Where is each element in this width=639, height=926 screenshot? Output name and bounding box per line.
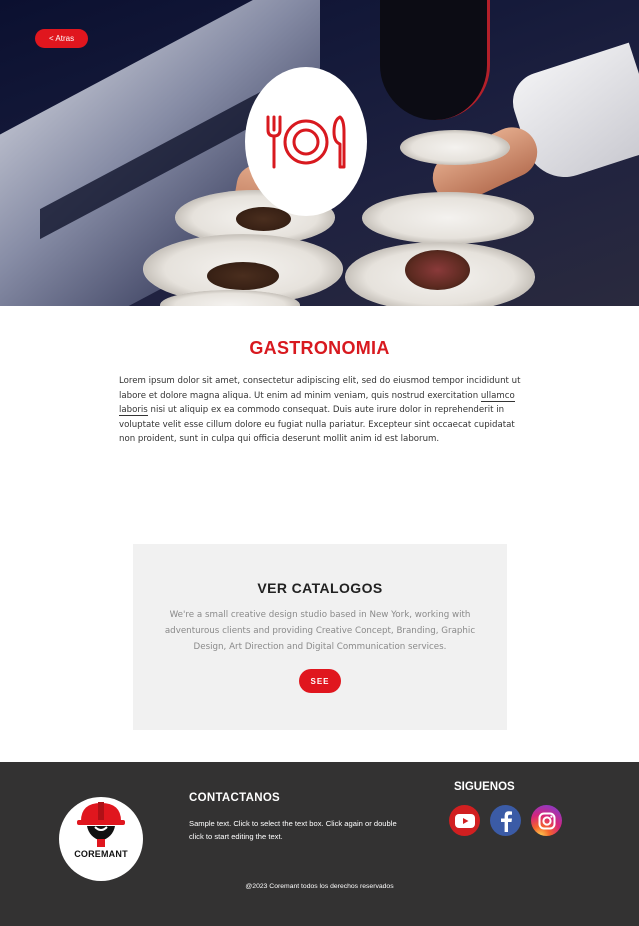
instagram-icon [538, 812, 555, 829]
copyright-text: @2023 Coremant todos los derechos reserv… [245, 883, 394, 890]
brand-logo: COREMANT [59, 797, 143, 881]
footer: COREMANT CONTACTANOS Sample text. Click … [0, 762, 639, 926]
facebook-link[interactable] [490, 805, 521, 836]
chef-hat-image [380, 0, 490, 120]
helmet-drill-icon [77, 802, 125, 847]
intro-text-start: Lorem ipsum dolor sit amet, consectetur … [119, 376, 521, 401]
logo-circle [245, 67, 367, 216]
brand-name: COREMANT [74, 849, 128, 859]
catalog-description: We're a small creative design studio bas… [164, 610, 476, 652]
catalog-card: VER CATALOGOS We're a small creative des… [133, 544, 507, 730]
contact-title: CONTACTANOS [189, 792, 281, 804]
catalog-title: VER CATALOGOS [257, 580, 383, 596]
youtube-link[interactable] [449, 805, 480, 836]
intro-text-end: nisi ut aliquip ex ea commodo consequat.… [119, 405, 515, 445]
youtube-icon [454, 813, 475, 828]
plate-image [400, 130, 510, 165]
facebook-icon [500, 810, 512, 832]
intro-paragraph: Lorem ipsum dolor sit amet, consectetur … [119, 374, 529, 447]
plate-image [362, 192, 534, 244]
follow-title: SIGUENOS [454, 781, 515, 793]
page-title: GASTRONOMIA [249, 338, 390, 358]
dish-food-image [207, 262, 279, 290]
plate-fork-knife-icon [266, 115, 346, 168]
contact-text: Sample text. Click to select the text bo… [189, 819, 397, 841]
hero-banner: < Atras [0, 0, 639, 306]
see-button[interactable]: SEE [299, 669, 341, 693]
back-button[interactable]: < Atras [35, 29, 88, 48]
instagram-link[interactable] [531, 805, 562, 836]
dish-food-image [405, 250, 470, 290]
